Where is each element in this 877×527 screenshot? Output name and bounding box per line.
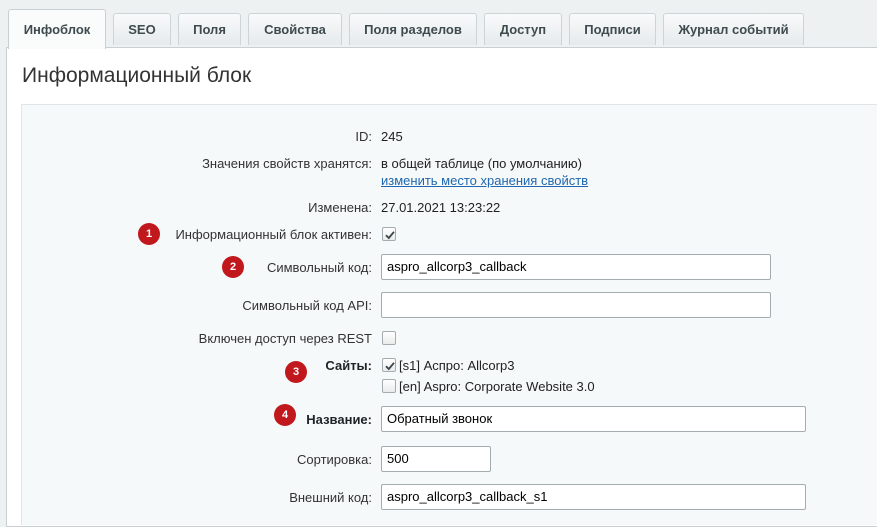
code-input[interactable]: aspro_allcorp3_callback bbox=[381, 254, 771, 280]
active-label: Информационный блок активен: bbox=[175, 227, 372, 242]
site-en-label: [en] Aspro: Corporate Website 3.0 bbox=[399, 379, 595, 394]
sort-input[interactable]: 500 bbox=[381, 446, 491, 472]
id-value: 245 bbox=[381, 129, 403, 144]
page-title: Информационный блок bbox=[22, 64, 252, 87]
tab-fields[interactable]: Поля bbox=[178, 13, 241, 45]
annotation-badge-3: 3 bbox=[285, 361, 307, 383]
tab-event-log[interactable]: Журнал событий bbox=[663, 13, 804, 45]
tab-section-fields[interactable]: Поля разделов bbox=[349, 13, 477, 45]
api-code-label: Символьный код API: bbox=[242, 298, 372, 313]
xml-id-label: Внешний код: bbox=[289, 490, 372, 505]
tab-access[interactable]: Доступ bbox=[484, 13, 562, 45]
tab-bar: Инфоблок SEO Поля Свойства Поля разделов… bbox=[0, 0, 877, 49]
site-s1-label: [s1] Аспро: Allcorp3 bbox=[399, 358, 515, 373]
tab-seo[interactable]: SEO bbox=[113, 13, 171, 45]
storage-label: Значения свойств хранятся: bbox=[202, 156, 372, 171]
site-s1-checkbox[interactable] bbox=[382, 358, 396, 372]
code-label: Символьный код: bbox=[266, 260, 372, 275]
xml-id-input[interactable]: aspro_allcorp3_callback_s1 bbox=[381, 484, 806, 510]
checkmark-icon bbox=[385, 231, 395, 240]
tab-properties[interactable]: Свойства bbox=[248, 13, 342, 45]
change-storage-link[interactable]: изменить место хранения свойств bbox=[381, 173, 588, 188]
checkmark-icon bbox=[385, 362, 395, 371]
annotation-badge-4: 4 bbox=[274, 404, 296, 426]
name-input[interactable]: Обратный звонок bbox=[381, 406, 806, 432]
storage-value: в общей таблице (по умолчанию) bbox=[381, 156, 583, 171]
annotation-badge-2: 2 bbox=[222, 256, 244, 278]
modified-value: 27.01.2021 13:23:22 bbox=[381, 200, 501, 215]
tab-labels[interactable]: Подписи bbox=[569, 13, 656, 45]
api-code-input[interactable] bbox=[381, 292, 771, 318]
modified-label: Изменена: bbox=[308, 200, 372, 215]
tab-infoblock[interactable]: Инфоблок bbox=[8, 9, 106, 49]
sort-label: Сортировка: bbox=[297, 452, 372, 467]
sites-label: Сайты: bbox=[325, 358, 372, 373]
site-en-checkbox[interactable] bbox=[382, 379, 396, 393]
active-checkbox[interactable] bbox=[382, 227, 396, 241]
annotation-badge-1: 1 bbox=[138, 223, 160, 245]
rest-label: Включен доступ через REST bbox=[198, 331, 372, 346]
id-label: ID: bbox=[355, 129, 372, 144]
rest-checkbox[interactable] bbox=[382, 331, 396, 345]
name-label: Название: bbox=[306, 412, 372, 427]
